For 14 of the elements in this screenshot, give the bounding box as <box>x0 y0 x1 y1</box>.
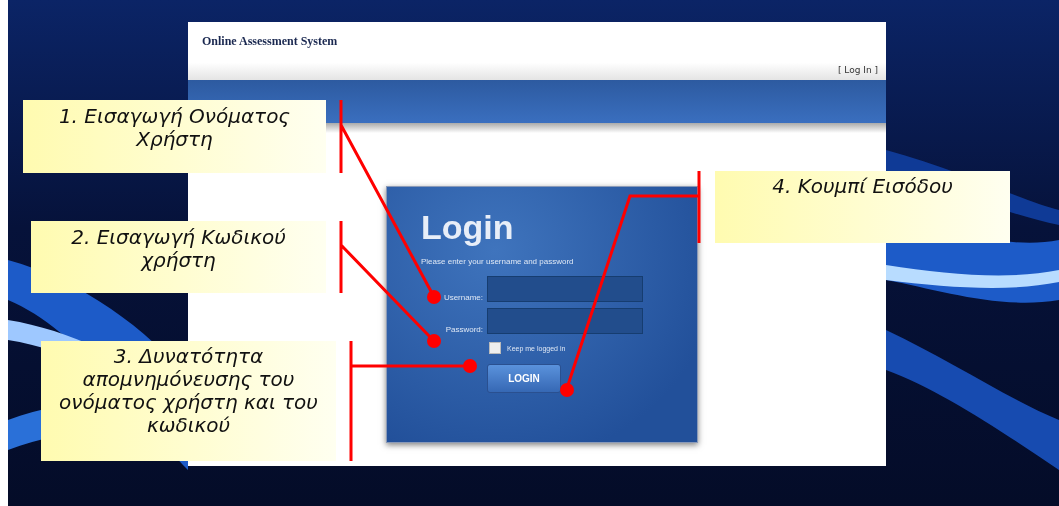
input-field[interactable] <box>487 308 643 334</box>
checkbox[interactable] <box>489 342 501 354</box>
login-button[interactable]: LOGIN <box>487 364 561 393</box>
app-title: Online Assessment System <box>202 34 339 49</box>
callout-box: 1. Εισαγωγή Ονόματος Χρήστη <box>23 100 326 173</box>
field-label: Password: <box>444 325 483 334</box>
callout-box: 2. Εισαγωγή Κωδικού χρήστη <box>31 221 326 293</box>
callout-box: 3. Δυνατότητα απομνημόνευσης του ονόματος χρήστη και του κωδικού <box>41 341 336 461</box>
callout-box: 4. Κουμπί Εισόδου <box>715 171 1010 243</box>
login-link[interactable]: [ Log In ] <box>837 65 878 75</box>
input-field[interactable] <box>487 276 643 302</box>
login-heading: Login <box>421 207 515 247</box>
field-label: Username: <box>442 293 483 302</box>
instructions-text: Please enter your username and password <box>421 257 575 266</box>
